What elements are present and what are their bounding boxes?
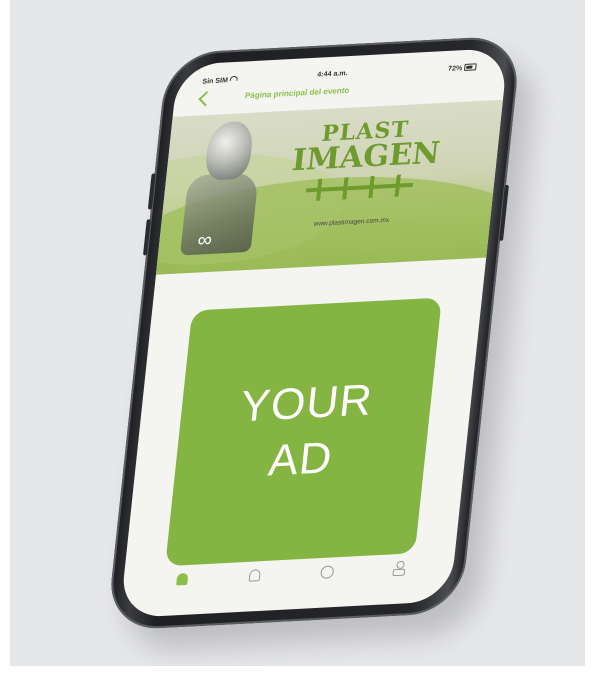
coin-icon — [319, 564, 334, 579]
tab-profile[interactable] — [386, 555, 413, 580]
carrier-label: Sin SIM — [202, 75, 239, 86]
infinity-icon: ∞ — [196, 228, 214, 252]
plastimagen-logo: PLAST IMAGEN — [288, 116, 442, 202]
home-icon — [175, 572, 188, 586]
tab-notifications[interactable] — [241, 563, 268, 588]
mockup-background: Sin SIM 4:44 a.m. 72% Página principal d… — [10, 0, 585, 666]
phone-screen: Sin SIM 4:44 a.m. 72% Página principal d… — [119, 47, 509, 619]
tab-wallet[interactable] — [313, 559, 340, 584]
page-title: Página principal del evento — [244, 85, 350, 101]
ad-text-line-2: AD — [266, 433, 335, 486]
bell-icon — [248, 569, 261, 582]
ad-placeholder[interactable]: YOUR AD — [165, 297, 442, 567]
wifi-icon — [229, 75, 239, 82]
clock: 4:44 a.m. — [316, 70, 348, 79]
event-banner[interactable]: ∞ PLAST IMAGEN www.plastimagen.com.mx — [155, 99, 503, 275]
battery-icon — [463, 63, 477, 71]
battery-status: 72% — [447, 63, 477, 73]
back-icon[interactable] — [198, 90, 214, 107]
phone-mockup: Sin SIM 4:44 a.m. 72% Página principal d… — [106, 35, 522, 631]
battery-percent: 72% — [447, 65, 463, 73]
carrier-text: Sin SIM — [202, 77, 229, 86]
user-icon — [392, 561, 406, 576]
robot-illustration-body — [180, 171, 259, 256]
tab-home[interactable] — [168, 567, 195, 592]
ad-text-line-1: YOUR — [237, 375, 376, 432]
logo-line-2: IMAGEN — [290, 135, 442, 179]
